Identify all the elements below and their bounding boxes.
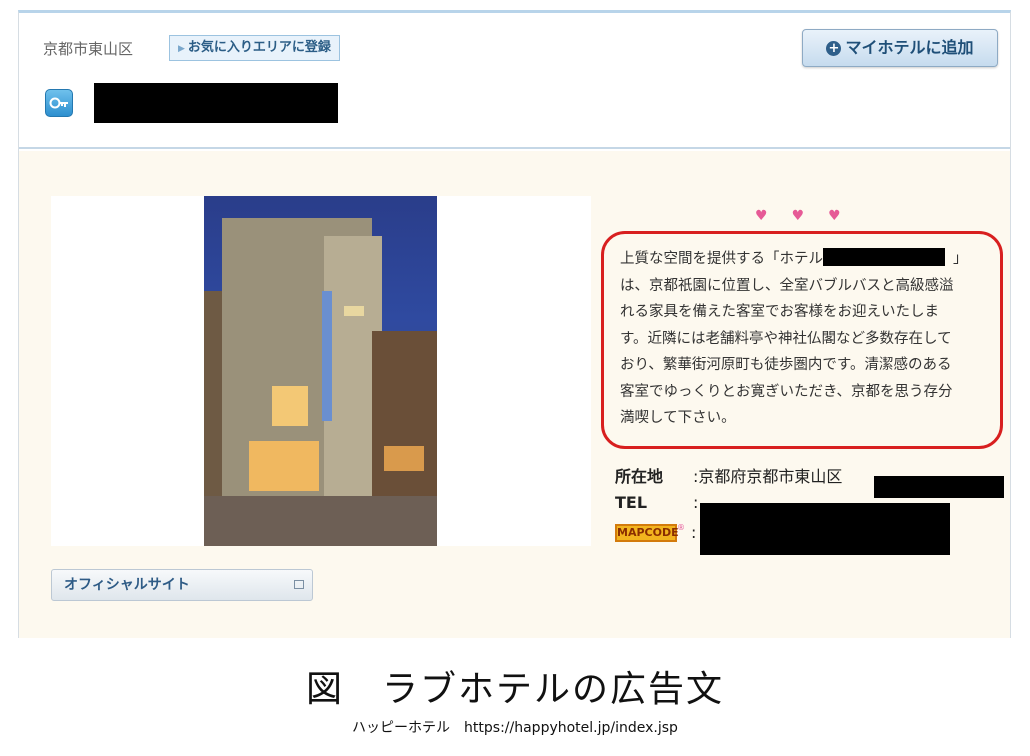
photo-frame: [51, 196, 591, 546]
tel-separator: :: [693, 493, 699, 512]
key-icon: [45, 89, 73, 117]
tel-label: TEL: [615, 493, 648, 512]
hotel-header: 京都市東山区 ▶ お気に入りエリアに登録 + マイホテルに追加: [19, 13, 1010, 149]
address-redacted: [874, 476, 1004, 498]
official-site-button[interactable]: オフィシャルサイト: [51, 569, 313, 601]
area-label: 京都市東山区: [43, 40, 134, 58]
description-line-part: 」: [953, 251, 968, 267]
description-line-part: 上質な空間を提供する「ホテル: [620, 251, 823, 267]
description-line: は、京都祇園に位置し、全室バブルバスと高級感溢: [620, 277, 954, 294]
source-citation: ハッピーホテル https://happyhotel.jp/index.jsp: [352, 720, 678, 736]
hotel-name-redacted: [94, 83, 338, 123]
mapcode-row: MAPCODE®:: [615, 523, 697, 542]
mapcode-logo: MAPCODE: [615, 524, 679, 542]
address-label: 所在地: [615, 467, 664, 486]
description-text: 上質な空間を提供する「ホテル」 は、京都祇園に位置し、全室バブルバスと高級感溢 …: [620, 246, 992, 432]
description-line: 客室でゆっくりとお寛ぎいただき、京都を思う存分: [620, 383, 953, 400]
heart-icon: ♥: [755, 208, 792, 224]
mapcode-separator: :: [691, 523, 697, 542]
heart-icon: ♥: [791, 208, 829, 224]
hotel-card: 京都市東山区 ▶ お気に入りエリアに登録 + マイホテルに追加 ♥♥♥ 上質な空…: [18, 10, 1011, 638]
address-row: 所在地 :京都府京都市東山区: [615, 463, 842, 487]
description-line: おり、繁華街河原町も徒歩圏内です。清潔感のある: [620, 357, 952, 373]
favorite-area-button[interactable]: ▶ お気に入りエリアに登録: [169, 35, 340, 61]
tel-mapcode-redacted: [700, 503, 950, 555]
favorite-area-label: お気に入りエリアに登録: [187, 40, 331, 55]
plus-icon: +: [826, 41, 842, 56]
hotel-photo: [204, 196, 437, 546]
description-line: 上質な空間を提供する「ホテル 」: [620, 246, 992, 273]
description-line: れる家具を備えた客室でお客様をお迎えいたしま: [620, 304, 939, 320]
heart-icon: ♥: [828, 208, 865, 224]
external-link-icon: [294, 580, 304, 589]
description-line: す。近隣には老舗料亭や神社仏閣など多数存在して: [620, 330, 952, 347]
tel-row: TEL:: [615, 493, 698, 517]
hearts-decoration: ♥♥♥: [755, 208, 865, 224]
description-line: 満喫して下さい。: [620, 410, 736, 426]
description-box: 上質な空間を提供する「ホテル」 は、京都祇園に位置し、全室バブルバスと高級感溢 …: [601, 231, 1003, 449]
official-site-label: オフィシャルサイト: [64, 577, 190, 593]
redacted-hotel-name: [823, 248, 945, 266]
add-myhotel-label: マイホテルに追加: [845, 38, 974, 57]
figure-caption: 図 ラブホテルの広告文: [305, 669, 724, 710]
triangle-icon: ▶: [178, 44, 185, 54]
address-value: :京都府京都市東山区: [693, 467, 843, 486]
hotel-detail-panel: ♥♥♥ 上質な空間を提供する「ホテル」 は、京都祇園に位置し、全室バブルバスと高…: [19, 151, 1010, 638]
add-myhotel-button[interactable]: + マイホテルに追加: [802, 29, 998, 67]
